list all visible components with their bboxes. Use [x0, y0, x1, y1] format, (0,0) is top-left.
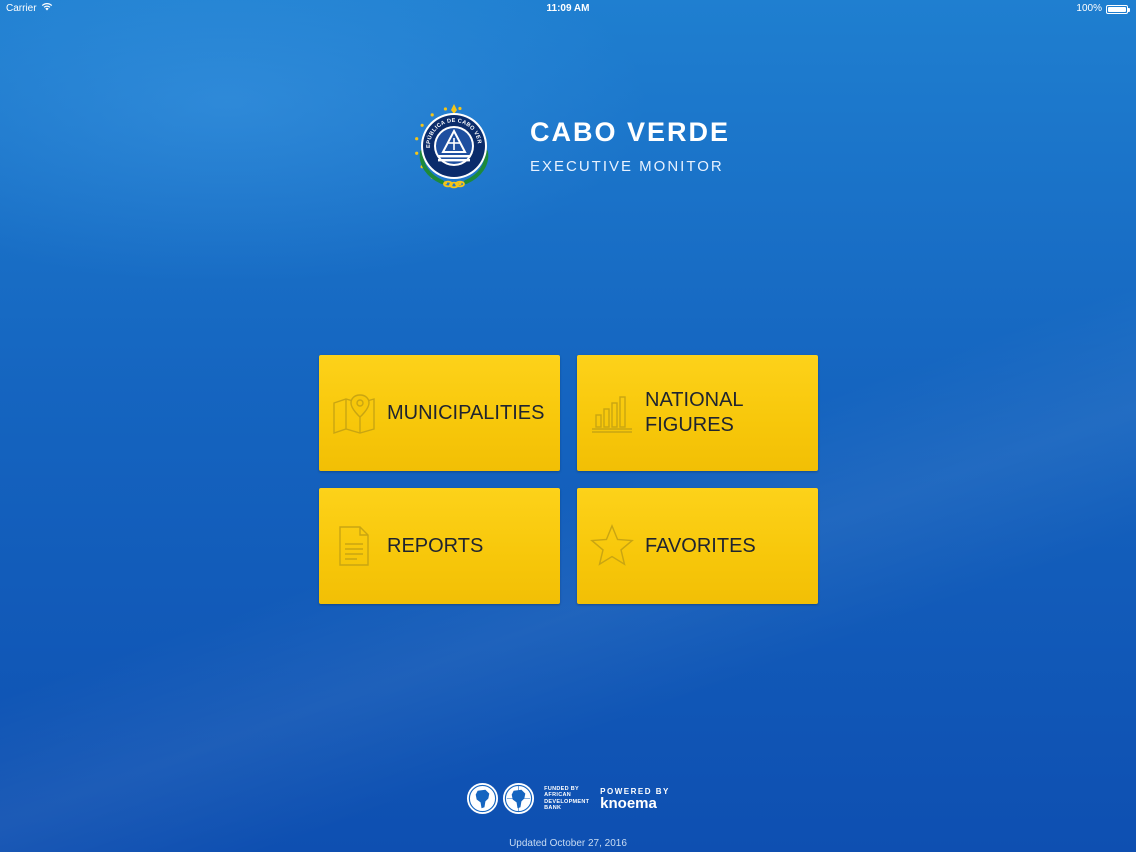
reports-button[interactable]: REPORTS — [319, 488, 560, 604]
national-figures-label: NATIONAL FIGURES — [645, 389, 744, 436]
battery-percent: 100% — [1076, 3, 1102, 14]
document-icon — [331, 523, 377, 569]
funded-by-text: FUNDED BY AFRICAN DEVELOPMENT BANK — [544, 785, 590, 812]
africa-globe-icon — [503, 782, 535, 815]
emblem-star — [415, 137, 419, 141]
knoema-logo: knoema — [600, 794, 657, 812]
map-pin-icon — [331, 390, 377, 436]
app-title: CABO VERDE — [530, 117, 731, 147]
emblem-star — [415, 151, 419, 155]
favorites-button[interactable]: FAVORITES — [577, 488, 818, 604]
emblem-star — [420, 123, 424, 127]
municipalities-label: MUNICIPALITIES — [387, 401, 545, 424]
battery-level — [1108, 6, 1126, 12]
app-header: REPÚBLICA DE CABO VERDE CABO VERDE EXECU… — [408, 100, 730, 192]
emblem-star — [458, 106, 462, 111]
header-text: CABO VERDE EXECUTIVE MONITOR — [530, 117, 730, 175]
bar-chart-icon — [589, 390, 635, 436]
status-right: 100% — [1076, 0, 1130, 18]
municipalities-button[interactable]: MUNICIPALITIES — [319, 355, 560, 471]
battery-icon — [1106, 4, 1130, 14]
updated-date: Updated October 27, 2016 — [509, 838, 627, 849]
national-figures-button[interactable]: NATIONAL FIGURES — [577, 355, 818, 471]
emblem-star — [430, 113, 434, 117]
coat-of-arms-emblem: REPÚBLICA DE CABO VERDE — [408, 100, 489, 189]
reports-label: REPORTS — [387, 534, 484, 557]
status-time: 11:09 AM — [546, 3, 590, 14]
africa-globe-icon — [467, 782, 499, 815]
star-icon — [589, 523, 635, 569]
afdb-logo: FUNDED BY AFRICAN DEVELOPMENT BANK — [466, 782, 596, 815]
footer-logos: FUNDED BY AFRICAN DEVELOPMENT BANK POWER… — [0, 782, 1136, 815]
status-bar: Carrier 11:09 AM 100% — [0, 0, 1136, 18]
main-menu: MUNICIPALITIES NATIONAL FIGURES REPORTS — [319, 355, 818, 604]
app-subtitle: EXECUTIVE MONITOR — [530, 158, 724, 175]
powered-by-logo: POWERED BY knoema — [600, 787, 670, 811]
favorites-label: FAVORITES — [645, 534, 756, 557]
emblem-star — [443, 107, 448, 111]
